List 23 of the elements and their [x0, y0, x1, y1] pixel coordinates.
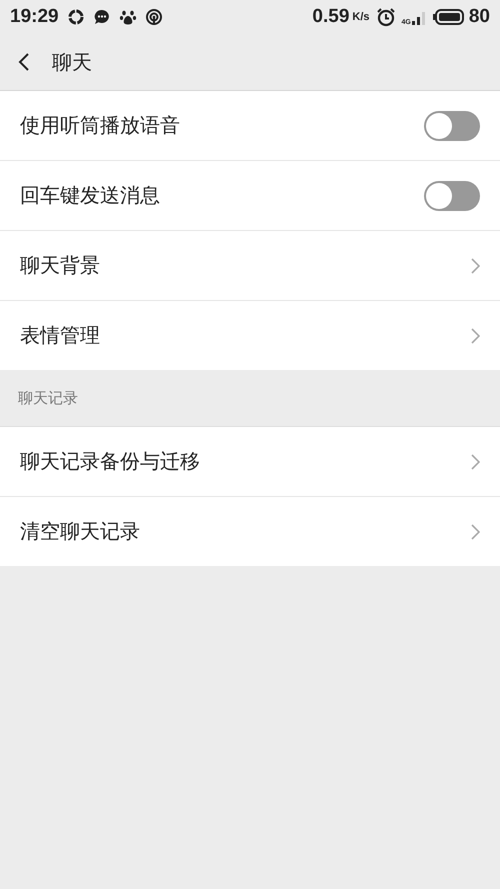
chevron-right-icon: [470, 328, 480, 344]
status-time: 19:29: [10, 6, 59, 28]
page-title: 聊天: [52, 48, 92, 76]
network-speed: 0.59: [312, 6, 350, 28]
speed-unit: K/s: [352, 11, 370, 23]
row-label: 使用听筒播放语音: [20, 112, 180, 139]
battery-level: 80: [468, 6, 490, 28]
toggle-switch[interactable]: [424, 110, 480, 140]
row-label: 清空聊天记录: [20, 518, 140, 545]
hotspot-icon: [144, 8, 163, 26]
alarm-clock-icon: [376, 7, 396, 27]
toggle-switch[interactable]: [424, 180, 480, 210]
row-label: 回车键发送消息: [20, 182, 160, 209]
paw-icon: [118, 8, 137, 26]
chevron-right-icon: [470, 524, 480, 540]
row-label: 聊天背景: [20, 252, 100, 279]
row-label: 表情管理: [20, 322, 100, 349]
battery-icon: [432, 8, 465, 26]
chevron-right-icon: [470, 454, 480, 470]
sync-icon: [66, 8, 85, 26]
row-label: 聊天记录备份与迁移: [20, 448, 200, 475]
chat-bubble-icon: [92, 8, 111, 26]
chevron-right-icon: [470, 258, 480, 274]
